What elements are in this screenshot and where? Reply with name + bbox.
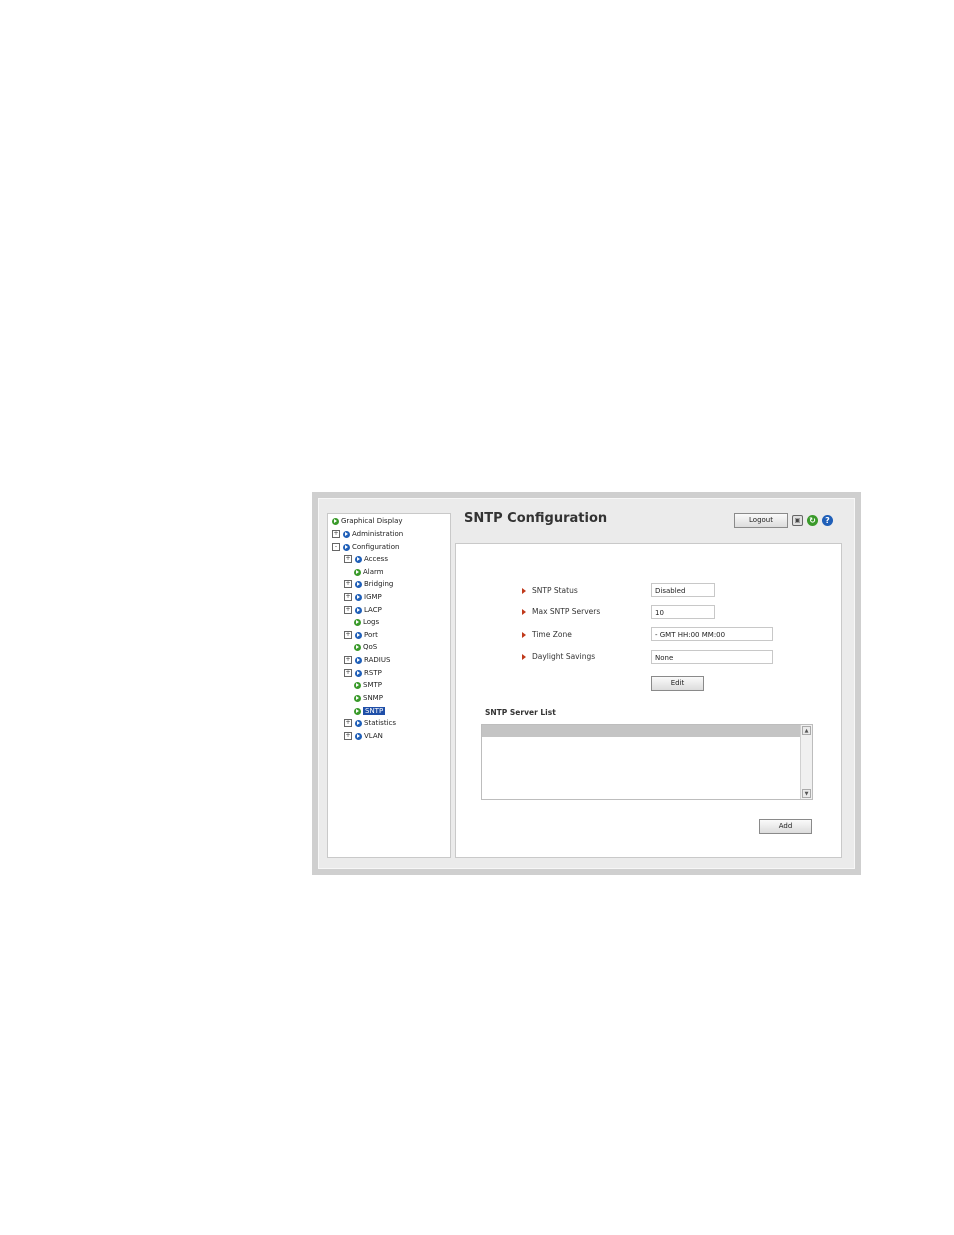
time-zone-field[interactable]: - GMT HH:00 MM:00 [651, 627, 773, 641]
arrow-bullet-icon [355, 580, 362, 588]
add-button[interactable]: Add [759, 819, 812, 834]
server-list-heading: SNTP Server List [485, 708, 556, 717]
arrow-bullet-icon [354, 681, 361, 689]
expand-icon[interactable]: + [344, 656, 352, 664]
arrow-bullet-icon [355, 606, 362, 614]
arrow-bullet-icon [355, 555, 362, 563]
expand-icon[interactable]: + [344, 631, 352, 639]
sntp-server-list[interactable]: ▲ ▼ [481, 724, 813, 800]
tree-item-statistics[interactable]: + Statistics [344, 717, 396, 729]
refresh-icon[interactable]: ↻ [807, 515, 818, 526]
field-label-text: Max SNTP Servers [532, 607, 601, 616]
field-label-text: Daylight Savings [532, 652, 596, 661]
screenshot-frame: Graphical Display + Administration - Con… [312, 492, 861, 875]
edit-button[interactable]: Edit [651, 676, 704, 691]
tree-item-alarm[interactable]: Alarm [354, 566, 384, 578]
arrow-right-icon [522, 653, 526, 660]
tree-item-label: RSTP [364, 669, 382, 677]
arrow-bullet-icon [355, 669, 362, 677]
tree-item-label: LACP [364, 606, 382, 614]
tree-item-label: Alarm [363, 568, 384, 576]
time-zone-label: Time Zone [522, 630, 572, 639]
tree-item-label: Logs [363, 618, 380, 626]
tree-item-radius[interactable]: + RADIUS [344, 654, 390, 666]
expand-icon[interactable]: + [344, 555, 352, 563]
tree-item-igmp[interactable]: + IGMP [344, 591, 382, 603]
arrow-bullet-icon [355, 631, 362, 639]
tree-item-logs[interactable]: Logs [354, 616, 379, 628]
tree-item-administration[interactable]: + Administration [332, 528, 403, 540]
tree-item-bridging[interactable]: + Bridging [344, 578, 393, 590]
tree-item-label: Administration [352, 530, 404, 538]
list-header-row [482, 725, 801, 737]
tree-item-lacp[interactable]: + LACP [344, 604, 382, 616]
arrow-bullet-icon [354, 707, 361, 715]
field-label-text: SNTP Status [532, 586, 578, 595]
tree-item-label: RADIUS [364, 656, 391, 664]
tree-item-label: SNMP [363, 694, 383, 702]
tree-item-label: Configuration [352, 543, 400, 551]
tree-item-label: Statistics [364, 719, 396, 727]
field-label-text: Time Zone [532, 630, 572, 639]
tree-item-access[interactable]: + Access [344, 553, 388, 565]
tree-item-label: IGMP [364, 593, 382, 601]
arrow-bullet-icon [355, 593, 362, 601]
max-sntp-servers-label: Max SNTP Servers [522, 607, 600, 616]
page-title: SNTP Configuration [464, 511, 608, 526]
expand-icon[interactable]: + [344, 606, 352, 614]
app-window: Graphical Display + Administration - Con… [318, 498, 855, 869]
tree-item-sntp[interactable]: SNTP [354, 705, 386, 717]
tree-item-rstp[interactable]: + RSTP [344, 667, 382, 679]
tree-item-vlan[interactable]: + VLAN [344, 730, 383, 742]
save-icon[interactable]: ▣ [792, 515, 803, 526]
arrow-bullet-icon [354, 618, 361, 626]
expand-icon[interactable]: + [344, 732, 352, 740]
arrow-bullet-icon [354, 643, 361, 651]
scroll-up-icon[interactable]: ▲ [802, 726, 811, 735]
tree-item-graphical-display[interactable]: Graphical Display [332, 515, 403, 527]
collapse-icon[interactable]: - [332, 543, 340, 551]
arrow-right-icon [522, 587, 526, 594]
arrow-bullet-icon [343, 543, 350, 551]
expand-icon[interactable]: + [344, 593, 352, 601]
expand-icon[interactable]: + [344, 669, 352, 677]
arrow-right-icon [522, 631, 526, 638]
daylight-savings-label: Daylight Savings [522, 652, 595, 661]
help-icon[interactable]: ? [822, 515, 833, 526]
daylight-savings-field[interactable]: None [651, 650, 773, 664]
tree-item-smtp[interactable]: SMTP [354, 679, 382, 691]
arrow-bullet-icon [354, 694, 361, 702]
tree-item-label: VLAN [364, 732, 383, 740]
tree-item-label: Port [364, 631, 378, 639]
navigation-tree: Graphical Display + Administration - Con… [327, 513, 451, 858]
list-scrollbar[interactable]: ▲ ▼ [800, 725, 812, 799]
arrow-bullet-icon [343, 530, 350, 538]
arrow-bullet-icon [332, 517, 339, 525]
expand-icon[interactable]: + [344, 580, 352, 588]
content-panel: SNTP Status Disabled Max SNTP Servers 10… [455, 543, 842, 858]
tree-item-label-selected: SNTP [363, 707, 386, 715]
arrow-bullet-icon [355, 719, 362, 727]
max-sntp-servers-field[interactable]: 10 [651, 605, 715, 619]
arrow-bullet-icon [355, 732, 362, 740]
expand-icon[interactable]: + [332, 530, 340, 538]
arrow-right-icon [522, 608, 526, 615]
tree-item-port[interactable]: + Port [344, 629, 378, 641]
sntp-status-label: SNTP Status [522, 586, 578, 595]
tree-item-label: QoS [363, 643, 378, 651]
arrow-bullet-icon [355, 656, 362, 664]
logout-button[interactable]: Logout [734, 513, 788, 528]
tree-item-label: Bridging [364, 580, 394, 588]
tree-item-configuration[interactable]: - Configuration [332, 541, 399, 553]
tree-item-label: Access [364, 555, 388, 563]
tree-item-label: SMTP [363, 681, 382, 689]
sntp-status-field[interactable]: Disabled [651, 583, 715, 597]
scroll-down-icon[interactable]: ▼ [802, 789, 811, 798]
arrow-bullet-icon [354, 568, 361, 576]
expand-icon[interactable]: + [344, 719, 352, 727]
tree-item-qos[interactable]: QoS [354, 641, 377, 653]
tree-item-label: Graphical Display [341, 517, 403, 525]
tree-item-snmp[interactable]: SNMP [354, 692, 383, 704]
